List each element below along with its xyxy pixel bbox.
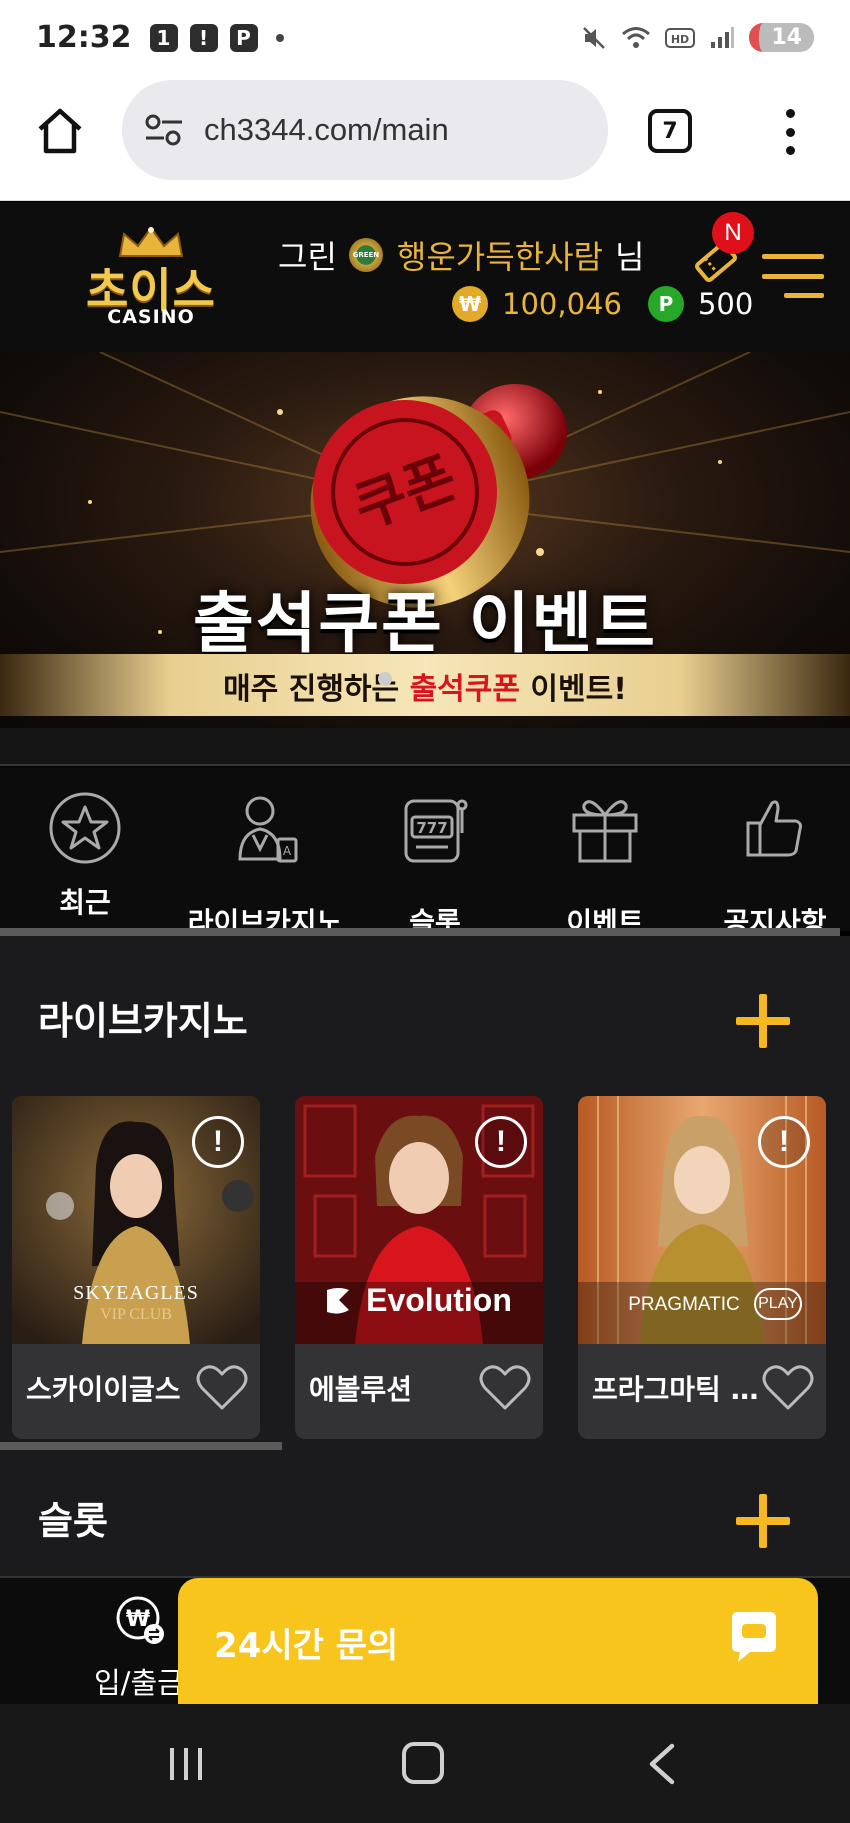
live-chat-button[interactable]: 24시간 문의 bbox=[178, 1578, 818, 1704]
hd-icon: HD bbox=[665, 27, 696, 48]
category-slot[interactable]: 777 슬롯 bbox=[350, 789, 520, 939]
won-coin-icon: ₩ bbox=[452, 286, 488, 322]
heart-icon[interactable] bbox=[194, 1362, 250, 1414]
category-nav: 최근 A 라이브카지노 777 슬롯 이벤트 공지사항 bbox=[0, 767, 850, 939]
info-icon[interactable]: ! bbox=[475, 1116, 527, 1168]
home-icon[interactable] bbox=[34, 105, 86, 157]
mute-icon bbox=[583, 26, 606, 49]
info-icon[interactable]: ! bbox=[192, 1116, 244, 1168]
category-label: 최근 bbox=[59, 886, 111, 919]
address-bar[interactable]: ch3344.com/main bbox=[122, 80, 608, 180]
game-card-evolution[interactable]: Evolution ! 에볼루션 bbox=[295, 1096, 543, 1439]
username: 행운가득한사람 bbox=[396, 238, 603, 276]
carousel-indicator[interactable] bbox=[378, 672, 392, 686]
provider-logo-line2: PLAY bbox=[754, 1288, 802, 1320]
slots-more-button[interactable] bbox=[736, 1494, 790, 1548]
chat-bubble-icon bbox=[732, 1612, 776, 1662]
banner-subtitle-suffix: 이벤트! bbox=[519, 672, 627, 707]
site-logo[interactable]: 초이스 CASINO bbox=[76, 226, 226, 328]
chat-label: 24시간 문의 bbox=[214, 1626, 399, 1666]
live-casino-more-button[interactable] bbox=[736, 994, 790, 1048]
live-casino-title: 라이브카지노 bbox=[38, 999, 248, 1043]
notification-count-icon: 1 bbox=[149, 23, 178, 52]
signal-icon bbox=[711, 26, 735, 48]
star-circle-icon bbox=[49, 792, 121, 864]
recent-apps-icon[interactable] bbox=[166, 1744, 206, 1784]
slot-machine-icon: 777 bbox=[404, 799, 468, 863]
game-label: 스카이이글스 bbox=[26, 1373, 181, 1406]
member-grade: 그린 bbox=[278, 238, 337, 276]
category-notice[interactable]: 공지사항 bbox=[690, 789, 850, 939]
honorific: 님 bbox=[614, 238, 645, 276]
gift-icon bbox=[572, 800, 638, 863]
deposit-withdraw-icon[interactable]: ₩ bbox=[114, 1594, 166, 1646]
status-time: 12:32 bbox=[36, 20, 132, 55]
system-home-icon[interactable] bbox=[402, 1742, 444, 1784]
info-icon[interactable]: ! bbox=[758, 1116, 810, 1168]
live-casino-scrollbar[interactable] bbox=[0, 1442, 282, 1450]
more-vert-icon[interactable] bbox=[780, 109, 800, 155]
thumbs-up-icon bbox=[746, 800, 802, 857]
system-navigation-bar bbox=[0, 1704, 850, 1823]
heart-icon[interactable] bbox=[477, 1362, 533, 1414]
tab-switcher-button[interactable]: 7 bbox=[648, 109, 692, 153]
notification-badge[interactable]: N bbox=[712, 212, 754, 254]
svg-text:HD: HD bbox=[671, 33, 689, 46]
deposit-withdraw-label[interactable]: 입/출금 bbox=[94, 1660, 184, 1702]
slots-title: 슬롯 bbox=[38, 1499, 108, 1543]
back-icon[interactable] bbox=[644, 1742, 678, 1786]
svg-text:A: A bbox=[283, 844, 292, 858]
site-settings-icon[interactable] bbox=[144, 113, 184, 147]
user-info: 그린 GREEN 행운가득한사람 님 bbox=[278, 232, 644, 278]
game-label: 프라그마틱 플레이 bbox=[592, 1373, 762, 1406]
event-banner[interactable]: 쿠폰 출석쿠폰 이벤트 매주 진행하는 출석쿠폰 이벤트! bbox=[0, 352, 850, 728]
money-balance: 100,046 bbox=[502, 287, 622, 321]
point-icon: P bbox=[647, 286, 684, 322]
heart-icon[interactable] bbox=[760, 1362, 816, 1414]
provider-logo-line2: VIP CLUB bbox=[100, 1306, 172, 1323]
alert-icon: ! bbox=[189, 23, 218, 52]
banner-subtitle-highlight: 출석쿠폰 bbox=[409, 672, 520, 707]
category-live-casino[interactable]: A 라이브카지노 bbox=[180, 789, 350, 939]
game-card-pragmatic[interactable]: PRAGMATIC PLAY ! 프라그마틱 플레이 bbox=[578, 1096, 826, 1439]
game-label: 에볼루션 bbox=[309, 1373, 413, 1406]
banner-subtitle: 매주 진행하는 출석쿠폰 이벤트! bbox=[0, 664, 850, 708]
dealer-icon: A bbox=[238, 796, 298, 863]
category-recent[interactable]: 최근 bbox=[0, 789, 170, 929]
more-notifications-dot bbox=[275, 33, 284, 42]
parking-icon: P bbox=[229, 23, 258, 52]
wifi-icon bbox=[622, 26, 651, 48]
svg-text:777: 777 bbox=[416, 819, 447, 837]
divider bbox=[0, 728, 850, 766]
logo-subtext: CASINO bbox=[107, 306, 195, 328]
provider-logo-line1: SKYEAGLES bbox=[73, 1282, 199, 1304]
provider-logo-text: Evolution bbox=[366, 1282, 512, 1318]
game-card-skyeagles[interactable]: SKYEAGLES VIP CLUB ! 스카이이글스 bbox=[12, 1096, 260, 1439]
category-scrollbar[interactable] bbox=[0, 928, 840, 936]
status-bar: 12:32 1 ! P HD 14 bbox=[0, 0, 850, 75]
hamburger-menu-icon[interactable] bbox=[762, 254, 824, 298]
point-balance: 500 bbox=[697, 287, 754, 321]
grade-badge-icon: GREEN bbox=[348, 238, 383, 272]
site-header: 초이스 CASINO 그린 GREEN 행운가득한사람 님 ₩ 100,046 … bbox=[0, 202, 850, 352]
url-text: ch3344.com/main bbox=[204, 112, 449, 147]
category-event[interactable]: 이벤트 bbox=[520, 789, 690, 939]
browser-toolbar: ch3344.com/main 7 bbox=[0, 75, 850, 201]
battery-indicator: 14 bbox=[749, 23, 814, 52]
balance-info: ₩ 100,046 P 500 bbox=[452, 286, 753, 322]
banner-title: 출석쿠폰 이벤트 bbox=[192, 585, 658, 662]
